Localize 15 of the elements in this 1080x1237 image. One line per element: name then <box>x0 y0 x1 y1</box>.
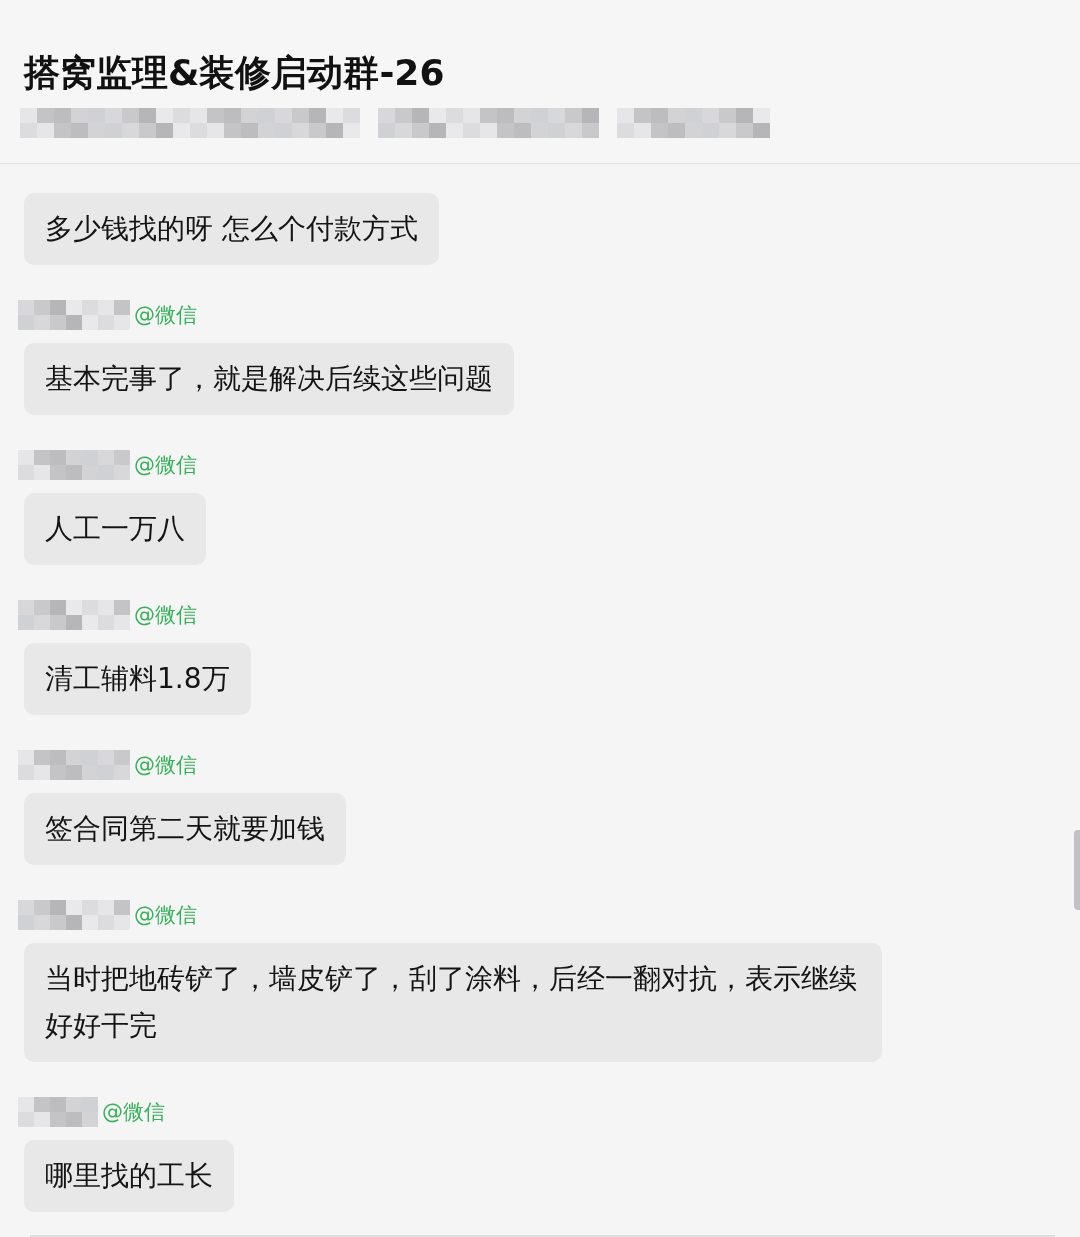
sender-tag: @微信 <box>134 600 197 630</box>
sender-tag: @微信 <box>134 450 197 480</box>
chat-title: 搭窝监理&装修启动群-26 <box>24 51 446 95</box>
sender-tag: @微信 <box>134 900 197 930</box>
sender-tag: @微信 <box>134 750 197 780</box>
message-bubble: 清工辅料1.8万 <box>24 643 251 715</box>
message-bubble: 签合同第二天就要加钱 <box>24 793 346 865</box>
message-bubble: 多少钱找的呀 怎么个付款方式 <box>24 193 439 265</box>
message-bubble: 人工一万八 <box>24 493 206 565</box>
sender-tag: @微信 <box>102 1097 165 1127</box>
message-bubble: 哪里找的工长 <box>24 1140 234 1212</box>
message-bubble: 当时把地砖铲了，墙皮铲了，刮了涂料，后经一翻对抗，表示继续好好干完 <box>24 943 882 1062</box>
scrollbar-thumb[interactable] <box>1074 830 1080 910</box>
message-bubble: 基本完事了，就是解决后续这些问题 <box>24 343 514 415</box>
sender-tag: @微信 <box>134 300 197 330</box>
